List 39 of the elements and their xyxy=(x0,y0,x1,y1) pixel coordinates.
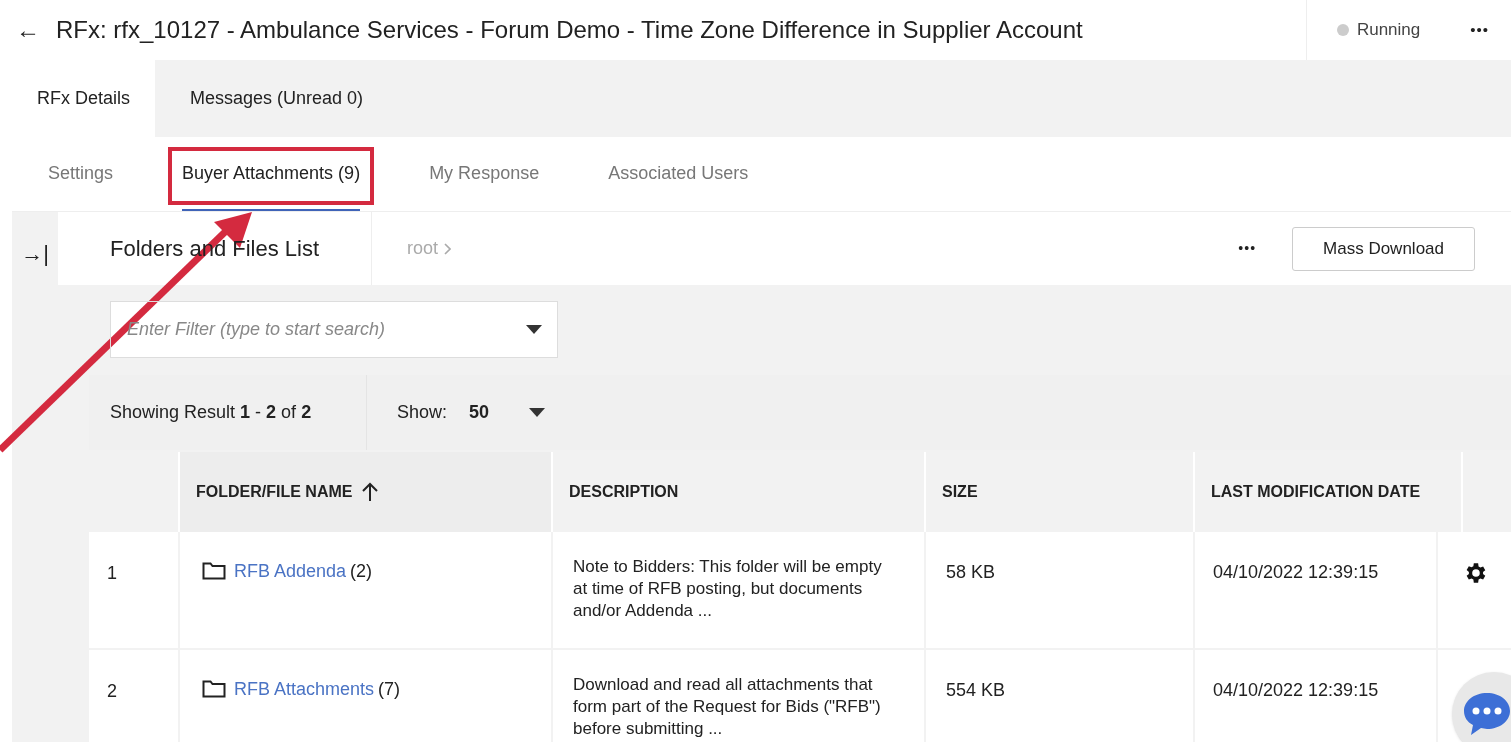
chevron-right-icon xyxy=(444,242,452,255)
folder-link[interactable]: RFB Addenda xyxy=(234,560,347,582)
column-header[interactable]: DESCRIPTION xyxy=(569,480,679,504)
modified-date: 04/10/2022 12:39:15 xyxy=(1213,680,1379,700)
file-size: 554 KB xyxy=(946,680,1006,700)
row-number: 1 xyxy=(107,563,117,583)
tab[interactable]: Messages (Unread 0) xyxy=(165,60,389,137)
description-text: Download and read all attachments that form part of the Request for Bids ("RFB") before submitting ... xyxy=(573,674,882,740)
description-text: Note to Bidders: This folder will be empty at time of RFB posting, but documents and/or Addenda ... xyxy=(573,556,883,622)
folder-link[interactable]: RFB Attachments xyxy=(234,678,375,700)
sub-tab[interactable]: Settings xyxy=(48,137,114,211)
sub-tab[interactable]: Associated Users xyxy=(608,137,749,211)
column-header[interactable]: SIZE xyxy=(942,480,978,504)
collapse-panel-icon[interactable]: →| xyxy=(21,240,49,268)
dropdown-caret-icon xyxy=(526,325,542,335)
folder-icon xyxy=(202,680,226,698)
file-count: (7) xyxy=(378,678,401,700)
column-header[interactable]: FOLDER/FILE NAME xyxy=(196,480,353,504)
page-size-select[interactable]: 50 xyxy=(469,399,546,426)
filter-field[interactable]: Enter Filter (type to start search) xyxy=(110,301,558,358)
show-label: Show: xyxy=(397,401,448,424)
file-size: 58 KB xyxy=(946,562,996,582)
result-summary: Showing Result 1 - 2 of 2 xyxy=(110,401,313,424)
file-count: (2) xyxy=(350,560,373,582)
more-button[interactable]: ••• xyxy=(1238,238,1257,259)
column-header[interactable]: LAST MODIFICATION DATE xyxy=(1211,480,1421,504)
tab[interactable]: RFx Details xyxy=(12,60,155,137)
status-label: Running xyxy=(1356,19,1421,42)
back-arrow[interactable]: ← xyxy=(16,12,56,48)
sort-ascending-icon[interactable] xyxy=(362,482,379,502)
sub-tab[interactable]: My Response xyxy=(429,137,540,211)
page-title: RFx: rfx_10127 - Ambulance Services - Forum Demo - Time Zone Difference in Supplier Account xyxy=(56,15,1083,45)
folder-icon xyxy=(202,562,226,580)
more-button[interactable]: ••• xyxy=(1470,18,1489,42)
dropdown-caret-icon xyxy=(529,407,546,418)
mass-download-button[interactable]: Mass Download xyxy=(1292,226,1475,271)
row-number: 2 xyxy=(107,681,117,701)
modified-date: 04/10/2022 12:39:15 xyxy=(1213,562,1379,582)
chat-bubble-icon xyxy=(1462,691,1511,737)
